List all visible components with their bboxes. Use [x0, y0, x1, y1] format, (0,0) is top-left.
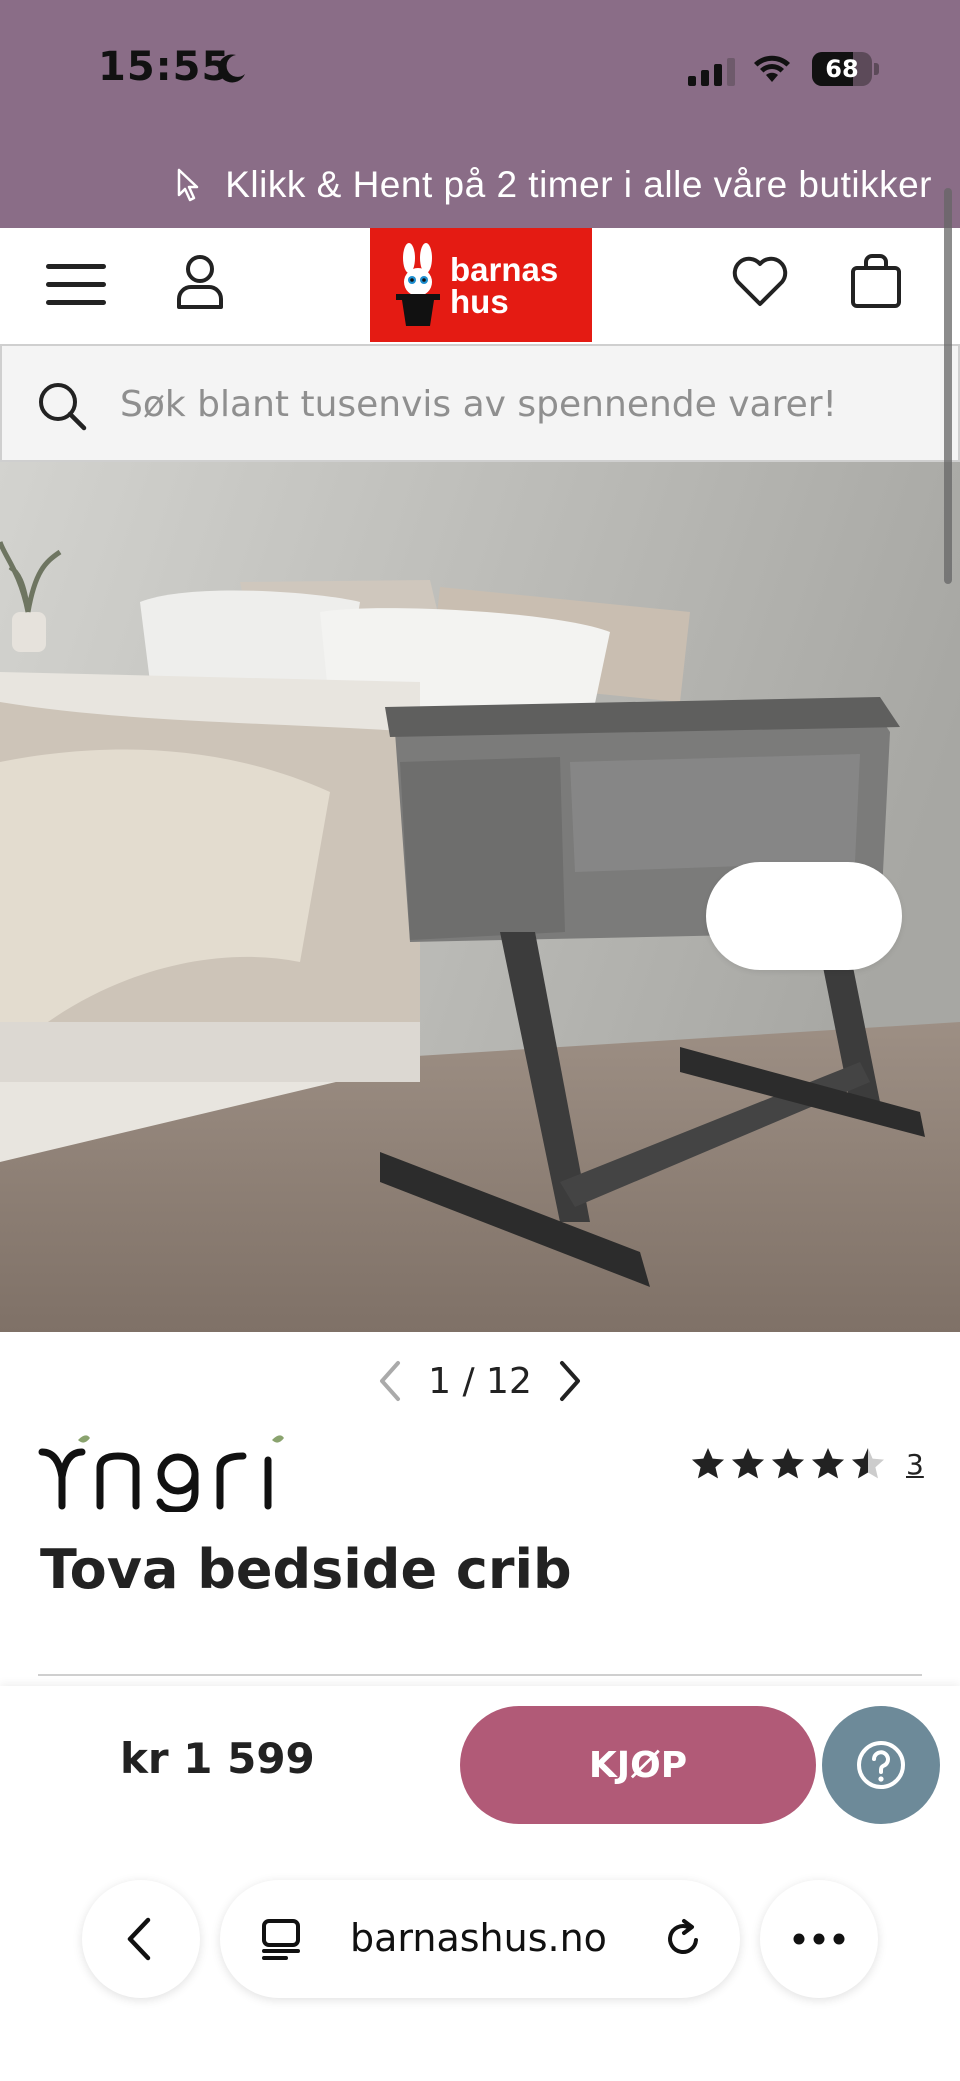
wifi-icon [754, 55, 790, 82]
status-time: 15:55 [98, 44, 231, 90]
cursor-icon [177, 168, 199, 202]
chevron-left-icon[interactable] [370, 1357, 410, 1405]
browser-toolbar: barnashus.no [0, 1836, 960, 2081]
buy-bar: kr 1 599 KJØP [0, 1686, 960, 1836]
brand-logo[interactable] [38, 1432, 308, 1512]
product-title: Tova bedside crib [40, 1538, 572, 1601]
logo-text: barnas hus [450, 251, 559, 320]
menu-icon[interactable] [44, 260, 108, 310]
image-pager: 1 / 12 [0, 1346, 960, 1416]
star-icon [692, 1448, 724, 1479]
user-account-icon[interactable] [174, 252, 226, 312]
shopping-bag-icon[interactable] [848, 250, 904, 312]
address-bar[interactable]: barnashus.no [220, 1880, 740, 1998]
star-icon [812, 1448, 844, 1479]
page-scrollbar[interactable] [944, 188, 952, 584]
moon-icon [218, 54, 245, 83]
product-image[interactable] [0, 462, 960, 1332]
chevron-right-icon[interactable] [550, 1357, 590, 1405]
star-icon [772, 1448, 804, 1479]
search-input[interactable] [120, 374, 920, 434]
page-menu-icon[interactable] [260, 1918, 304, 1960]
divider [38, 1674, 922, 1676]
browser-back-button[interactable] [82, 1880, 200, 1998]
question-icon [857, 1741, 905, 1789]
image-pill-button[interactable] [706, 862, 902, 970]
search-bar[interactable] [0, 344, 960, 462]
buy-button[interactable]: KJØP [460, 1706, 816, 1824]
back-arrow-icon [127, 1917, 151, 1961]
promo-banner[interactable]: Klikk & Hent på 2 timer i alle våre buti… [0, 155, 960, 215]
rating-stars [690, 1446, 886, 1482]
star-icon [852, 1448, 884, 1479]
reload-icon[interactable] [662, 1918, 704, 1960]
url-text: barnashus.no [350, 1916, 607, 1960]
product-price: kr 1 599 [120, 1734, 315, 1783]
pager-counter: 1 / 12 [428, 1360, 532, 1402]
search-icon[interactable] [36, 380, 88, 432]
battery-percent: 68 [825, 55, 859, 83]
more-dots-icon [793, 1933, 845, 1945]
top-banner: 15:55 68 Klikk & Hent på 2 timer i alle … [0, 0, 960, 228]
site-logo[interactable]: barnas hus [370, 228, 592, 342]
site-header: barnas hus [0, 228, 960, 342]
help-button[interactable] [822, 1706, 940, 1824]
browser-more-button[interactable] [760, 1880, 878, 1998]
star-icon [732, 1448, 764, 1479]
bunny-logo-icon [396, 243, 440, 326]
review-count-link[interactable]: 3 [906, 1448, 924, 1481]
product-rating[interactable]: 3 [690, 1446, 924, 1482]
battery-icon: 68 [812, 52, 879, 86]
cellular-signal-icon [688, 56, 735, 86]
heart-icon[interactable] [730, 252, 790, 312]
promo-text: Klikk & Hent på 2 timer i alle våre buti… [225, 164, 932, 205]
